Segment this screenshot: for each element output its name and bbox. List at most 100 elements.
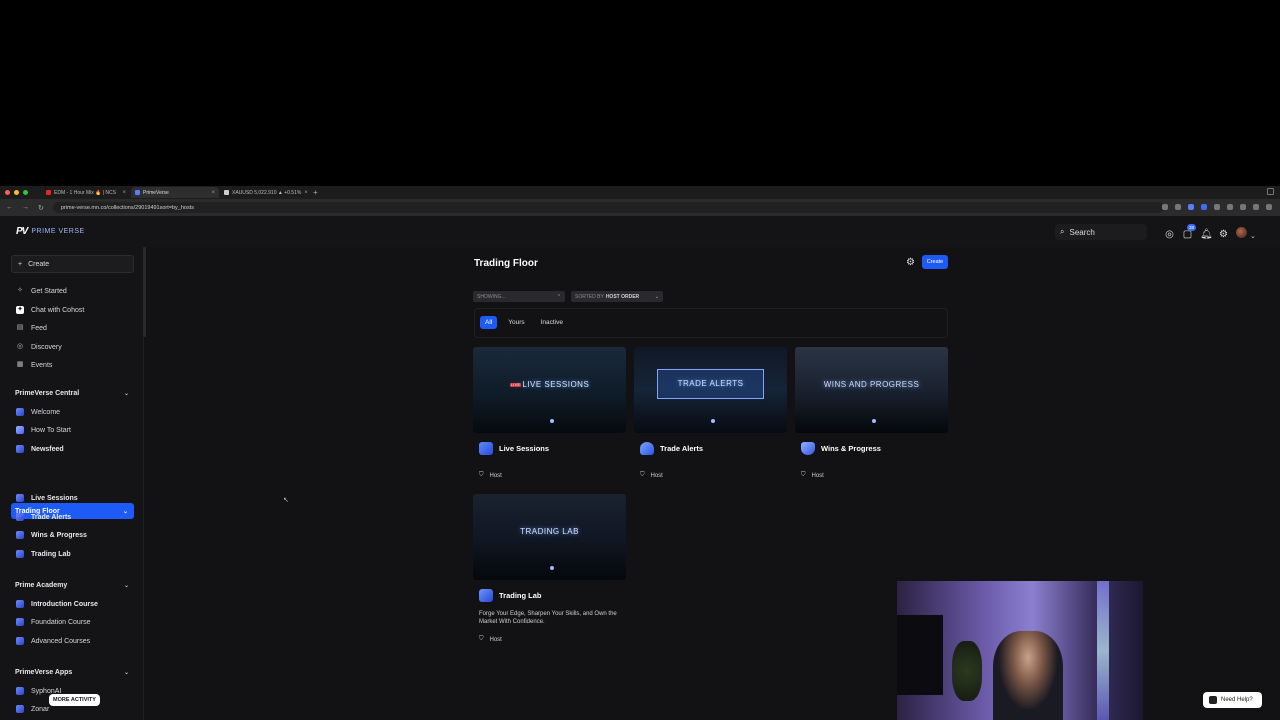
bell-icon [16,513,24,521]
primeverse-logo[interactable]: PV PRIME VERSE [16,226,85,237]
shield-icon: ⛉ [479,636,484,642]
sidebar-item-label: Feed [31,324,47,332]
filter-all[interactable]: All [480,316,498,329]
extension-icon[interactable] [1188,204,1194,210]
webcam-background [897,615,943,695]
chart-icon [16,550,24,558]
bookmark-star-icon[interactable] [1175,204,1181,210]
card-live-sessions[interactable]: LIVE LIVE SESSIONS Live Sessions ⛉ Host [473,347,626,479]
sidebar-item-get-started[interactable]: ✧ Get Started [16,285,67,297]
sidebar-item-live-sessions[interactable]: Live Sessions [16,492,78,504]
profile-icon[interactable] [1253,204,1259,210]
sidebar-item-label: Trading Lab [31,550,71,558]
new-tab-icon[interactable]: + [313,188,318,197]
extension-icon[interactable] [1240,204,1246,210]
sorted-value: HOST ORDER [605,293,640,300]
user-avatar[interactable]: ⌄ [1236,225,1256,243]
primeverse-favicon-icon [135,190,140,195]
close-window-icon[interactable] [5,190,10,195]
logo-mark: PV [16,226,28,237]
avatar [1236,227,1247,238]
shield-icon: ⛉ [479,472,484,478]
logo-glow [871,419,876,423]
need-help-button[interactable]: Need Help? [1203,692,1262,708]
welcome-icon [16,408,24,416]
create-button[interactable]: + Create [11,255,134,273]
chart-icon [479,589,493,602]
showing-label: SHOWING... [477,293,506,300]
card-wins-progress[interactable]: WINS AND PROGRESS Wins & Progress ⛉ Host [795,347,948,479]
sort-dropdown[interactable]: SORTED BY HOST ORDER ⌄ [571,291,663,302]
back-icon[interactable]: ← [6,204,13,211]
more-activity-button[interactable]: MORE ACTIVITY [49,694,100,706]
sidebar-item-advanced-courses[interactable]: Advanced Courses [16,635,90,647]
bell-icon [640,442,654,455]
card-trading-lab[interactable]: TRADING LAB Trading Lab Forge Your Edge,… [473,494,626,643]
zoom-icon[interactable] [1162,204,1168,210]
card-thumbnail: LIVE LIVE SESSIONS [473,347,626,433]
browser-tab-xauusd[interactable]: XAUUSD 5,022.910 ▲ +0.51% × [220,187,308,198]
showing-dropdown[interactable]: SHOWING... ⌃ [473,291,565,302]
sidebar-item-feed[interactable]: ▤ Feed [16,322,47,334]
mouse-cursor-icon: ↖ [283,497,289,504]
gear-icon[interactable]: ⚙ [906,257,915,268]
sidebar-item-trade-alerts[interactable]: Trade Alerts [16,511,71,523]
card-trade-alerts[interactable]: TRADE ALERTS Trade Alerts ⛉ Host [634,347,787,479]
sidebar-item-foundation-course[interactable]: Foundation Course [16,616,91,628]
card-host: ⛉ Host [640,472,787,479]
browser-tab-ncs[interactable]: EDM - 1 Hour Mix 🔥 | NCS × [42,187,130,198]
tab-search-icon[interactable] [1267,188,1274,195]
close-tab-icon[interactable]: × [122,190,126,196]
address-bar[interactable]: prime-verse.mn.co/collections/29019491so… [52,202,1164,213]
section-prime-academy[interactable]: Prime Academy ⌄ [15,579,129,591]
sidebar-item-label: Advanced Courses [31,637,91,645]
bell-icon[interactable]: 🔔︎ [1200,229,1213,240]
thumbnail-label: LIVE LIVE SESSIONS [473,380,626,389]
browser-menu-icon[interactable] [1266,204,1272,210]
gear-icon[interactable]: ⚙ [1218,229,1229,240]
filter-inactive[interactable]: Inactive [536,316,568,329]
section-primeverse-apps[interactable]: PrimeVerse Apps ⌄ [15,666,129,678]
sidebar-item-label: Zonar [31,705,50,713]
help-icon [1209,696,1217,704]
ai-icon[interactable]: ◎ [1164,229,1175,240]
section-primeverse-central[interactable]: PrimeVerse Central ⌄ [15,387,129,399]
chevron-down-icon: ⌄ [122,508,128,515]
search-input[interactable]: ⌕ Search [1055,224,1147,240]
sidebar-item-newsfeed[interactable]: Newsfeed [16,443,64,455]
sidebar-scrollbar[interactable] [143,247,146,337]
close-tab-icon[interactable]: × [304,190,308,196]
close-tab-icon[interactable]: × [211,190,215,196]
rocket-icon [16,426,24,434]
sidebar-item-label: Discovery [31,343,62,351]
sidebar-item-how-to-start[interactable]: How To Start [16,424,71,436]
browser-toolbar: ← → ↻ prime-verse.mn.co/collections/2901… [0,199,1280,216]
sidebar-item-zonar[interactable]: Zonar [16,703,49,715]
sidebar-item-introduction-course[interactable]: Introduction Course [16,598,98,610]
maximize-window-icon[interactable] [23,190,28,195]
sidebar-item-welcome[interactable]: Welcome [16,406,60,418]
sidebar-item-discovery[interactable]: ◎ Discovery [16,341,62,353]
messages-icon[interactable]: ▢ 38 [1182,223,1197,240]
sidebar-item-chat-with-cohost[interactable]: ✦ Chat with Cohost [16,304,84,316]
sidebar-item-trading-lab[interactable]: Trading Lab [16,548,71,560]
reload-icon[interactable]: ↻ [38,204,44,212]
forward-icon[interactable]: → [22,204,29,211]
minimize-window-icon[interactable] [14,190,19,195]
filter-yours[interactable]: Yours [503,316,529,329]
chevron-up-icon: ⌃ [556,293,561,300]
extension-icon[interactable] [1214,204,1220,210]
live-sessions-icon [16,494,24,502]
card-title: Trading Lab [479,589,626,602]
create-collection-button[interactable]: Create [922,255,948,269]
download-icon[interactable] [1227,204,1233,210]
card-title: Live Sessions [479,442,626,455]
thumbnail-text: LIVE SESSIONS [522,380,590,389]
window-controls [5,190,28,195]
extension-icon[interactable] [1201,204,1207,210]
card-host: ⛉ Host [479,472,626,479]
thumbnail-label: WINS AND PROGRESS [823,380,920,389]
sidebar-item-wins-progress[interactable]: Wins & Progress [16,529,87,541]
browser-tab-primeverse[interactable]: PrimeVerse × [131,187,219,198]
sidebar-item-events[interactable]: ▦ Events [16,359,53,371]
